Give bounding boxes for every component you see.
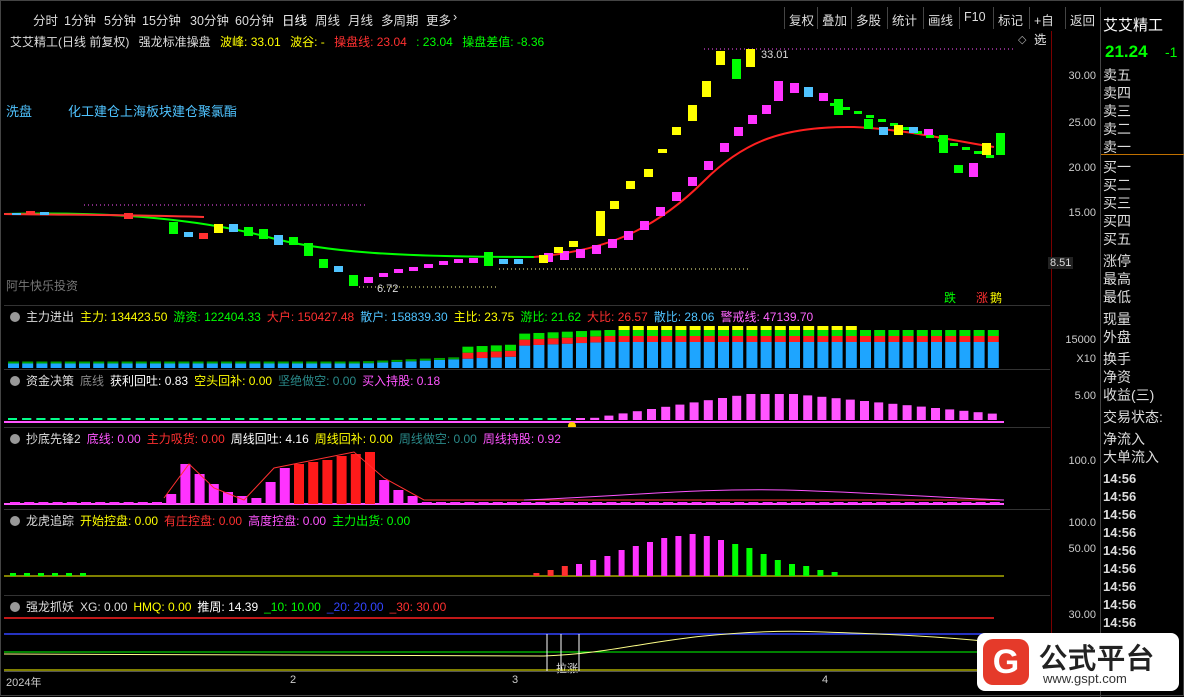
p4-axis: 100.0: [1051, 427, 1100, 509]
period-tab[interactable]: 5分钟: [104, 10, 136, 29]
x-axis: 2024年 2 3 4: [4, 671, 1050, 692]
p5-tick: 50.00: [1068, 543, 1096, 555]
toolbar-button[interactable]: 返回: [1065, 7, 1099, 29]
p4-panel[interactable]: 抄底先锋2 底线: 0.00 主力吸货: 0.00 周线回吐: 4.16 周线回补: 0…: [4, 427, 1050, 510]
logo-g-icon: G: [983, 639, 1029, 685]
toolbar-button[interactable]: 复权: [784, 7, 817, 29]
quote-row-label: 卖三: [1103, 103, 1131, 119]
p3-chart: [4, 394, 1004, 428]
tick-time: 14:56: [1103, 543, 1137, 558]
toolbar-button[interactable]: 统计: [887, 7, 923, 29]
candlestick-chart: [4, 48, 1014, 288]
quote-row-label: 卖四: [1103, 85, 1131, 101]
tick-time: 14:56: [1103, 489, 1137, 504]
quote-panel: 艾艾精工 21.24 -1 卖五 卖四 卖三 卖二 卖一 买一 买二 买三 买四 买五 涨停 最高 最低…: [1100, 7, 1184, 697]
p2-unit: X10: [1076, 353, 1096, 365]
quote-row-label: 买三: [1103, 195, 1131, 211]
p3-tick: 5.00: [1074, 390, 1096, 402]
p3-panel[interactable]: 资金决策 底线 获利回吐: 0.83 空头回补: 0.00 坚绝做空: 0.00 买入持股…: [4, 369, 1050, 428]
x-label: 4: [822, 674, 829, 686]
logo-url: www.gspt.com: [1043, 671, 1127, 686]
p2-chart: [8, 326, 999, 368]
more-arrow-icon[interactable]: ›: [453, 10, 457, 24]
quote-row-label: 卖二: [1103, 121, 1131, 137]
quote-row-label: 收益(三): [1103, 387, 1155, 403]
period-tab[interactable]: 30分钟: [190, 10, 229, 29]
quote-row-label: 外盘: [1103, 329, 1131, 345]
x-label: 3: [512, 674, 519, 686]
quote-row-label: 最低: [1103, 289, 1131, 305]
quote-row-label: 买五: [1103, 231, 1131, 247]
quote-row-label: 最高: [1103, 271, 1131, 287]
tick-time: 14:56: [1103, 471, 1137, 486]
quote-row-label: 换手: [1103, 351, 1131, 367]
p6-tick: 30.00: [1068, 609, 1096, 621]
tick-time: 14:56: [1103, 579, 1137, 594]
quote-row-label: 卖五: [1103, 67, 1131, 83]
period-tab[interactable]: 60分钟: [235, 10, 274, 29]
quote-price: 21.24: [1105, 42, 1148, 61]
p4-tick: 100.0: [1068, 455, 1096, 467]
p6-panel[interactable]: 强龙抓妖 XG: 0.00 HMQ: 0.00 推周: 14.39 _10: 10.00…: [4, 595, 1050, 675]
gspt-logo: G 公式平台 www.gspt.com: [977, 633, 1179, 691]
period-tab[interactable]: 分时: [33, 10, 58, 29]
period-tab[interactable]: 月线: [348, 10, 373, 29]
x-label: 2: [290, 674, 297, 686]
toolbar-button[interactable]: +自选: [1029, 7, 1065, 47]
main-y-axis: 30.00 25.00 20.00 15.00 8.51: [1048, 31, 1100, 305]
toolbar-button[interactable]: F10: [959, 7, 993, 29]
y-tick: 30.00: [1068, 70, 1096, 82]
p2-axis: 15000 X10: [1051, 305, 1100, 369]
quote-change: -1: [1165, 44, 1178, 60]
period-tab[interactable]: 多周期: [381, 10, 419, 29]
quote-row-label: 交易状态:: [1103, 409, 1163, 425]
p3-axis: 5.00: [1051, 369, 1100, 427]
tick-time: 14:56: [1103, 525, 1137, 540]
period-tab[interactable]: 日线: [282, 10, 307, 29]
quote-title: 艾艾精工: [1103, 17, 1164, 34]
tick-time: 14:56: [1103, 597, 1137, 612]
x-label: 2024年: [6, 677, 42, 689]
y-tick: 25.00: [1068, 117, 1096, 129]
p5-axis: 100.0 50.00: [1051, 509, 1100, 595]
tick-time: 14:56: [1103, 615, 1137, 630]
toolbar-button[interactable]: 叠加: [817, 7, 851, 29]
current-price-label: 8.51: [1048, 257, 1074, 269]
toolbar-button[interactable]: 多股: [851, 7, 887, 29]
period-tab[interactable]: 15分钟: [142, 10, 181, 29]
period-tab[interactable]: 1分钟: [64, 10, 96, 29]
toolbar-button[interactable]: 画线: [923, 7, 959, 29]
p5-chart: [4, 534, 1004, 577]
y-tick: 20.00: [1068, 162, 1096, 174]
p4-chart: [4, 451, 1005, 505]
quote-row-label: 净流入: [1103, 431, 1145, 447]
p2-panel[interactable]: 主力进出 主力: 134423.50 游资: 122404.33 大户: 150427…: [4, 305, 1050, 370]
period-tab[interactable]: 周线: [315, 10, 340, 29]
period-tab[interactable]: 更多: [426, 10, 451, 29]
quote-row-label: 净资: [1103, 369, 1131, 385]
y-tick: 15.00: [1068, 207, 1096, 219]
p5-panel[interactable]: 龙虎追踪 开始控盘: 0.00 有庄控盘: 0.00 高度控盘: 0.00 主力出货: …: [4, 509, 1050, 596]
quote-row-label: 买四: [1103, 213, 1131, 229]
toolbar-button[interactable]: 标记: [993, 7, 1029, 29]
app-window: 分时 1分钟 5分钟 15分钟 30分钟 60分钟 日线 周线 月线 多周期 更多 › 艾艾精工(日线…: [0, 0, 1184, 697]
quote-row-label: 买一: [1103, 159, 1131, 175]
tick-time: 14:56: [1103, 561, 1137, 576]
quote-row-label: 现量: [1103, 311, 1131, 327]
quote-row-label: 买二: [1103, 177, 1131, 193]
divider: [1101, 154, 1184, 155]
p2-tick: 15000: [1065, 334, 1096, 346]
main-chart-panel[interactable]: 艾艾精工(日线 前复权) 强龙标准操盘 波峰: 33.01 波谷: - 操盘线:…: [4, 31, 1050, 305]
p5-tick: 100.0: [1068, 517, 1096, 529]
tick-time: 14:56: [1103, 507, 1137, 522]
quote-row-label: 涨停: [1103, 253, 1131, 269]
p6-chart: [4, 617, 995, 672]
quote-row-label: 大单流入: [1103, 449, 1159, 465]
